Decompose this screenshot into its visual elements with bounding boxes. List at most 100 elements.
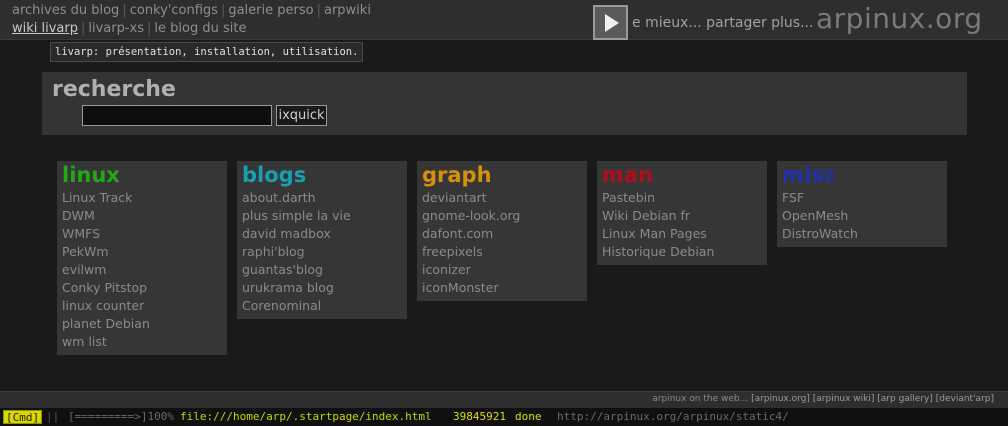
section-title-graph: graph [422, 163, 492, 187]
link-dafont[interactable]: dafont.com [422, 226, 493, 241]
link-deviantart[interactable]: deviantart [422, 190, 487, 205]
section-title-linux: linux [62, 163, 120, 187]
site-motto: e mieux... partager plus... [632, 15, 814, 31]
list-item: planet Debian [62, 315, 222, 333]
nav-link-arpwiki[interactable]: arpwiki [324, 3, 371, 18]
top-bar: archives du blog | conky'configs | galerie p… [0, 0, 1008, 40]
section-title-misc: misc [782, 163, 837, 187]
search-input[interactable] [82, 105, 272, 126]
link-linux-counter[interactable]: linux counter [62, 298, 144, 313]
search-button[interactable]: ixquick [276, 105, 327, 126]
section-title-man: man [602, 163, 654, 187]
link-iconizer[interactable]: iconizer [422, 262, 471, 277]
link-raphi-blog[interactable]: raphi'blog [242, 244, 305, 259]
list-item: evilwm [62, 261, 222, 279]
link-planet-debian[interactable]: planet Debian [62, 316, 150, 331]
list-item: Conky Pitstop [62, 279, 222, 297]
section-blogs: blogs about.darth plus simple la vie dav… [237, 161, 407, 319]
page-number: 39845921 [453, 410, 506, 423]
link-david-madbox[interactable]: david madbox [242, 226, 331, 241]
list-item: iconizer [422, 261, 582, 279]
link-distrowatch[interactable]: DistroWatch [782, 226, 858, 241]
list-item: FSF [782, 189, 942, 207]
section-title-blogs: blogs [242, 163, 307, 187]
link-openmesh[interactable]: OpenMesh [782, 208, 848, 223]
section-graph: graph deviantart gnome-look.org dafont.c… [417, 161, 587, 301]
nav-row-bottom: wiki livarp | livarp-xs | le blog du site [12, 21, 246, 36]
nav-separator: | [220, 3, 226, 18]
link-evilwm[interactable]: evilwm [62, 262, 106, 277]
link-plus-simple-la-vie[interactable]: plus simple la vie [242, 208, 351, 223]
footer-link-deviant-arp[interactable]: [deviant'arp] [936, 394, 994, 404]
list-item: WMFS [62, 225, 222, 243]
nav-link-archives[interactable]: archives du blog [12, 3, 119, 18]
section-list-misc: FSF OpenMesh DistroWatch [782, 189, 942, 243]
nav-separator: | [147, 21, 152, 36]
section-list-linux: Linux Track DWM WMFS PekWm evilwm Conky … [62, 189, 222, 351]
link-pekwm[interactable]: PekWm [62, 244, 109, 259]
list-item: urukrama blog [242, 279, 402, 297]
link-linux-track[interactable]: Linux Track [62, 190, 132, 205]
link-dwm[interactable]: DWM [62, 208, 95, 223]
link-corenominal[interactable]: Corenominal [242, 298, 321, 313]
list-item: wm list [62, 333, 222, 351]
search-title: recherche [52, 77, 176, 102]
link-gnome-look[interactable]: gnome-look.org [422, 208, 520, 223]
nav-link-wiki-livarp[interactable]: wiki livarp [12, 21, 78, 36]
search-panel: recherche ixquick [42, 72, 967, 135]
section-linux: linux Linux Track DWM WMFS PekWm evilwm … [57, 161, 227, 355]
list-item: DistroWatch [782, 225, 942, 243]
nav-link-livarp-xs[interactable]: livarp-xs [88, 21, 144, 36]
list-item: Wiki Debian fr [602, 207, 762, 225]
site-title[interactable]: arpinux.org [816, 2, 983, 35]
list-item: about.darth [242, 189, 402, 207]
list-item: PekWm [62, 243, 222, 261]
link-historique-debian[interactable]: Historique Debian [602, 244, 714, 259]
browser-status-bar: [Cmd] || [=========>]100% file:///home/a… [0, 408, 1008, 426]
link-freepixels[interactable]: freepixels [422, 244, 483, 259]
footer-link-arpinux-org[interactable]: [arpinux.org] [751, 394, 810, 404]
list-item: deviantart [422, 189, 582, 207]
link-urukrama-blog[interactable]: urukrama blog [242, 280, 334, 295]
nav-link-blog-du-site[interactable]: le blog du site [154, 21, 246, 36]
list-item: guantas'blog [242, 261, 402, 279]
load-state: done [515, 410, 542, 423]
list-item: OpenMesh [782, 207, 942, 225]
nav-separator: | [122, 3, 127, 18]
nav-link-galerie[interactable]: galerie perso [228, 3, 313, 18]
footer-links: arpinux on the web... [arpinux.org] [arp… [652, 394, 994, 404]
link-linux-man-pages[interactable]: Linux Man Pages [602, 226, 707, 241]
nav-separator: | [81, 21, 86, 36]
nav-link-conky-configs[interactable]: conky'configs [130, 3, 218, 18]
link-wmfs[interactable]: WMFS [62, 226, 100, 241]
play-button[interactable] [593, 5, 628, 40]
link-iconmonster[interactable]: iconMonster [422, 280, 499, 295]
hover-url: http://arpinux.org/arpinux/static4/ [557, 410, 789, 423]
list-item: Pastebin [602, 189, 762, 207]
section-list-man: Pastebin Wiki Debian fr Linux Man Pages … [602, 189, 762, 261]
section-misc: misc FSF OpenMesh DistroWatch [777, 161, 947, 247]
footer-link-arp-gallery[interactable]: [arp gallery] [877, 394, 933, 404]
list-item: iconMonster [422, 279, 582, 297]
section-list-graph: deviantart gnome-look.org dafont.com fre… [422, 189, 582, 297]
nav-row-top: archives du blog | conky'configs | galerie p… [12, 3, 371, 18]
list-item: Corenominal [242, 297, 402, 315]
link-wm-list[interactable]: wm list [62, 334, 107, 349]
link-wiki-debian-fr[interactable]: Wiki Debian fr [602, 208, 690, 223]
footer-link-arpinux-wiki[interactable]: [arpinux wiki] [813, 394, 875, 404]
list-item: gnome-look.org [422, 207, 582, 225]
status-separator: || [46, 410, 60, 423]
link-fsf[interactable]: FSF [782, 190, 804, 205]
link-pastebin[interactable]: Pastebin [602, 190, 655, 205]
list-item: linux counter [62, 297, 222, 315]
footer-prefix: arpinux on the web... [652, 394, 749, 404]
link-guantas-blog[interactable]: guantas'blog [242, 262, 323, 277]
list-item: raphi'blog [242, 243, 402, 261]
section-list-blogs: about.darth plus simple la vie david mad… [242, 189, 402, 315]
list-item: Linux Track [62, 189, 222, 207]
nav-separator: | [316, 3, 321, 18]
list-item: freepixels [422, 243, 582, 261]
list-item: DWM [62, 207, 222, 225]
link-conky-pitstop[interactable]: Conky Pitstop [62, 280, 147, 295]
link-about-darth[interactable]: about.darth [242, 190, 316, 205]
